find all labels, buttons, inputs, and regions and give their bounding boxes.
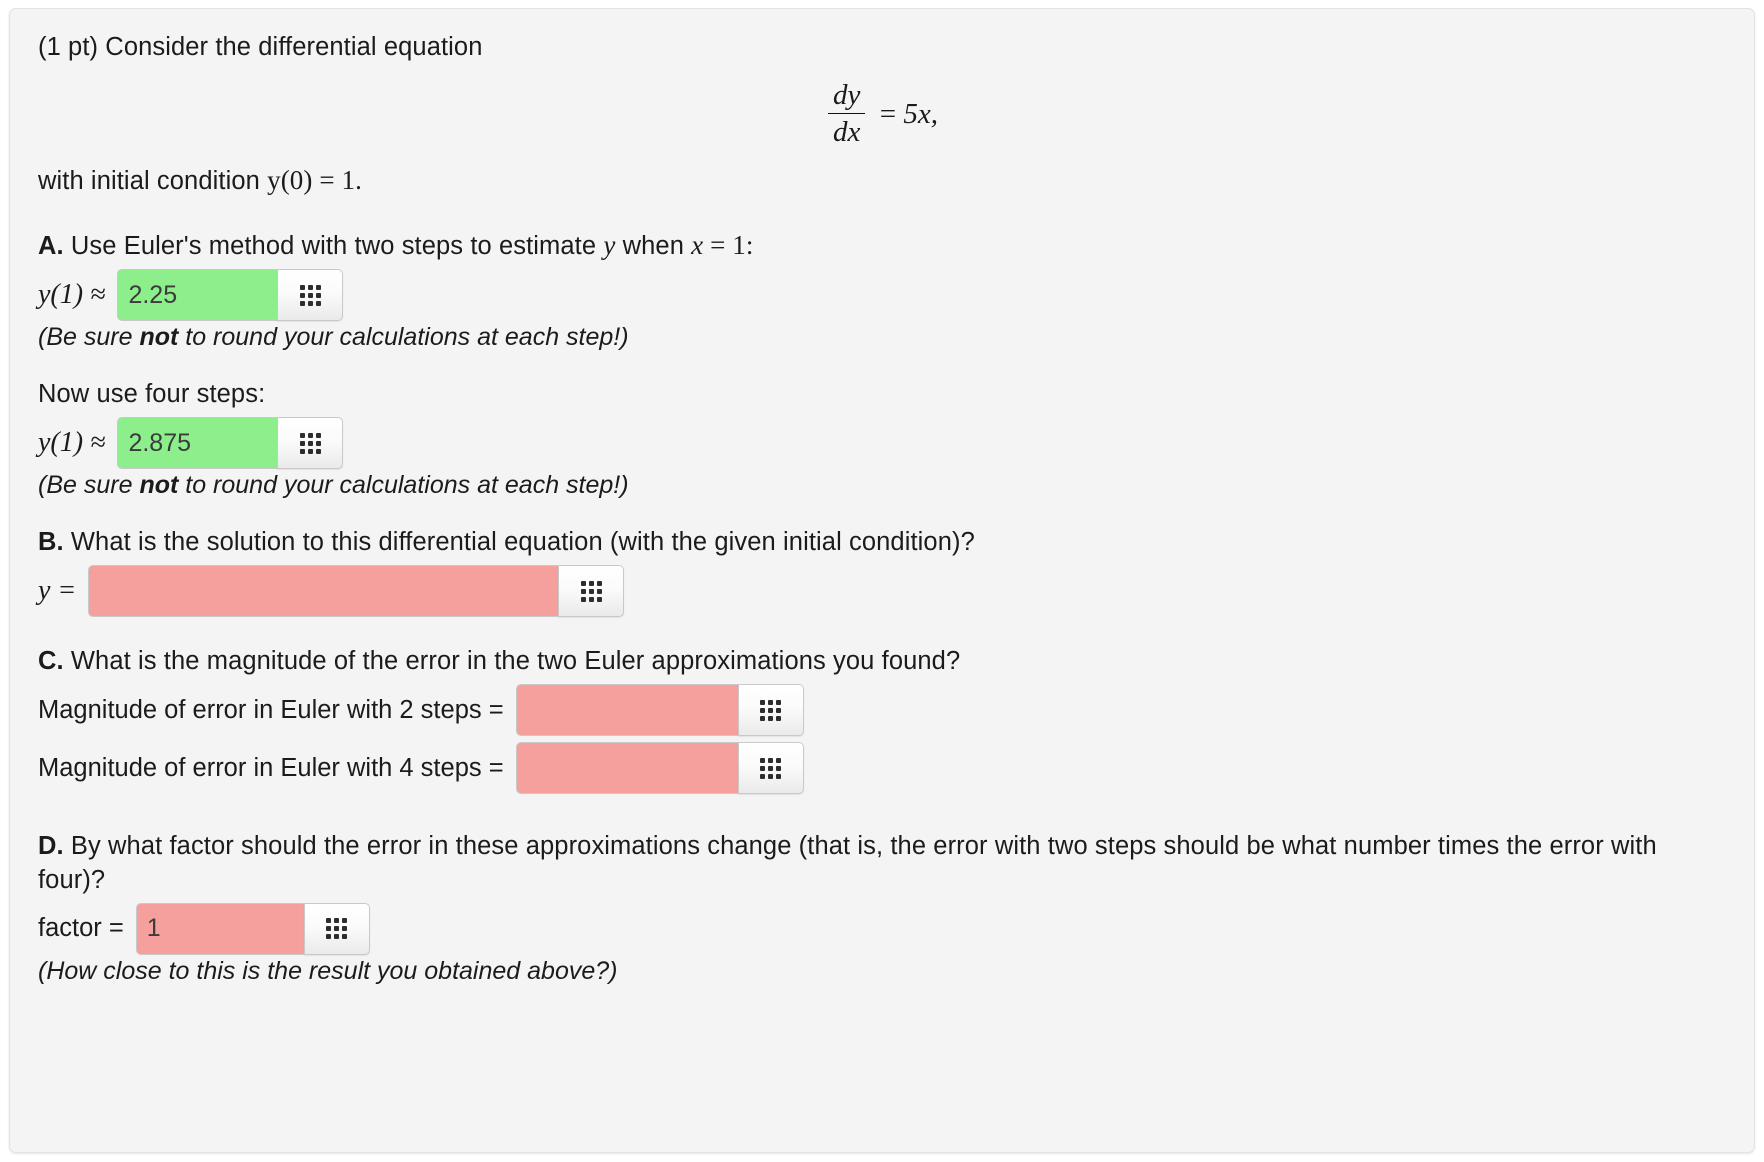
equation-rhs: 5x,	[903, 97, 939, 130]
part-a-text-mid: when	[615, 231, 692, 260]
problem-intro: (1 pt) Consider the differential equatio…	[38, 33, 483, 61]
part-b-answer-label: y =	[38, 575, 77, 607]
part-c-input-group-1	[515, 684, 804, 737]
grid-icon	[326, 918, 348, 940]
part-b-grid-button[interactable]	[558, 565, 625, 618]
part-c-grid-button-2[interactable]	[737, 742, 804, 795]
part-a-answer-input-2[interactable]: 2.875	[117, 417, 278, 470]
part-d-question: D. By what factor should the error in th…	[38, 830, 1728, 896]
grid-icon	[760, 757, 782, 779]
part-a-input-group-1: 2.25	[117, 269, 344, 322]
part-b-label: B.	[38, 528, 64, 557]
part-b-question: B. What is the solution to this differen…	[38, 526, 1728, 559]
part-c-text: What is the magnitude of the error in th…	[63, 647, 961, 676]
part-a-grid-button-1[interactable]	[277, 269, 344, 322]
fraction-bar	[827, 113, 866, 115]
part-c-answer-input-1[interactable]	[515, 684, 738, 737]
derivative-fraction: dy dx	[827, 79, 866, 149]
part-a-var-x: x	[691, 229, 704, 260]
grid-icon	[299, 432, 321, 454]
part-a-answer-label-1: y(1) ≈	[38, 279, 106, 311]
part-c-answer-label-2: Magnitude of error in Euler with 4 steps…	[38, 753, 504, 782]
part-a-note-1-bold: not	[139, 323, 179, 352]
part-a-grid-button-2[interactable]	[277, 417, 344, 470]
part-c-question: C. What is the magnitude of the error in…	[38, 645, 1728, 678]
part-b-answer-input[interactable]	[88, 565, 559, 618]
grid-icon	[299, 284, 321, 306]
part-c-grid-button-1[interactable]	[737, 684, 804, 737]
part-d-answer-input[interactable]: 1	[135, 902, 304, 955]
initial-condition-math: y(0) = 1.	[267, 164, 362, 195]
part-d-answer-row: factor = 1	[38, 902, 1728, 955]
fraction-denominator: dx	[832, 116, 861, 149]
part-a-input-group-2: 2.875	[117, 417, 344, 470]
part-a-answer-row-1: y(1) ≈ 2.25	[38, 269, 1728, 322]
grid-icon	[580, 580, 602, 602]
equation-right-side: = 5x,	[880, 98, 938, 131]
part-c-input-group-2	[515, 742, 804, 795]
initial-condition-line: with initial condition y(0) = 1.	[38, 163, 1728, 198]
part-d-answer-label: factor =	[38, 914, 124, 943]
part-d-grid-button[interactable]	[303, 902, 370, 955]
part-d-label: D.	[38, 832, 64, 861]
part-d-input-group: 1	[135, 902, 370, 955]
equals-sign: =	[879, 97, 897, 130]
part-c-label: C.	[38, 647, 64, 676]
part-a-note-2: (Be sure not to round your calculations …	[38, 471, 1728, 500]
part-a-answer-label-2: y(1) ≈	[38, 427, 106, 459]
problem-card: (1 pt) Consider the differential equatio…	[9, 8, 1755, 1153]
part-b-answer-row: y =	[38, 565, 1728, 618]
part-a-note-2-bold: not	[139, 471, 179, 500]
part-d-text: By what factor should the error in these…	[38, 832, 1657, 894]
part-a-note-2-pre: (Be sure	[38, 471, 140, 500]
part-a-answer-input-1[interactable]: 2.25	[117, 269, 278, 322]
fraction-numerator: dy	[832, 79, 861, 112]
part-b-input-group	[88, 565, 625, 618]
part-a-answer-row-2: y(1) ≈ 2.875	[38, 417, 1728, 470]
part-c-answer-row-2: Magnitude of error in Euler with 4 steps…	[38, 742, 1728, 795]
part-a-note-1-pre: (Be sure	[38, 323, 140, 352]
part-c-answer-label-1: Magnitude of error in Euler with 2 steps…	[38, 695, 504, 724]
part-a-question: A. Use Euler's method with two steps to …	[38, 228, 1728, 263]
part-d-note: (How close to this is the result you obt…	[38, 956, 618, 985]
part-c-answer-input-2[interactable]	[515, 742, 738, 795]
part-a-var-y: y	[603, 229, 616, 260]
initial-condition-prefix: with initial condition	[38, 166, 268, 195]
page-root: (1 pt) Consider the differential equatio…	[0, 0, 1764, 1162]
part-a-text: Use Euler's method with two steps to est…	[63, 231, 604, 260]
part-c-answer-row-1: Magnitude of error in Euler with 2 steps…	[38, 684, 1728, 737]
grid-icon	[760, 699, 782, 721]
part-b-text: What is the solution to this differentia…	[63, 528, 975, 557]
differential-equation: dy dx = 5x,	[38, 79, 1728, 149]
part-a-text-end: = 1:	[703, 229, 754, 260]
part-a-four-steps-text: Now use four steps:	[38, 380, 266, 409]
part-a-note-2-post: to round your calculations at each step!…	[178, 471, 629, 500]
part-a-note-1-post: to round your calculations at each step!…	[178, 323, 629, 352]
part-a-note-1: (Be sure not to round your calculations …	[38, 323, 1728, 352]
part-a-label: A.	[38, 231, 64, 260]
